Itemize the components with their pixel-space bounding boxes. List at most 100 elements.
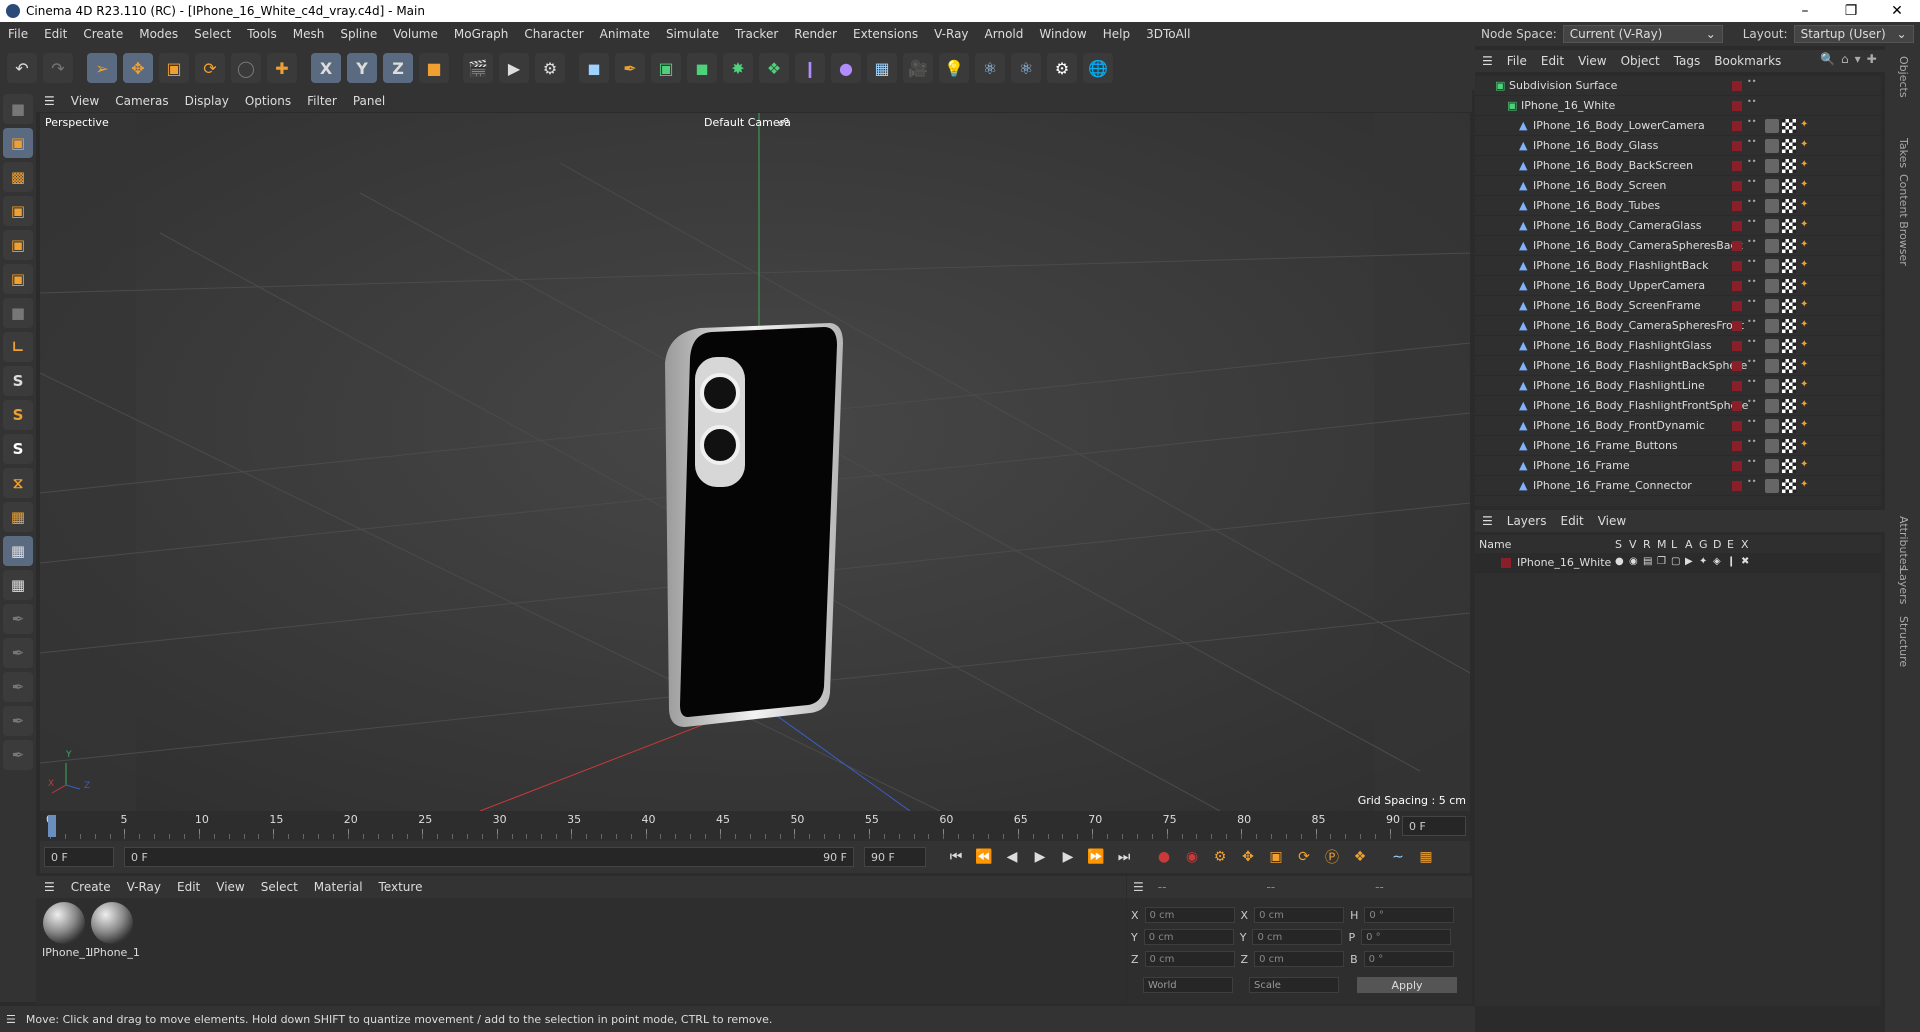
phong-tag-icon[interactable]: ✦: [1800, 419, 1810, 430]
vray-material-tag-icon[interactable]: [1765, 279, 1779, 293]
render-view-icon[interactable]: ▶: [499, 53, 529, 83]
object-row[interactable]: ▲ IPhone_16_Frame •• ✦: [1475, 456, 1881, 476]
viewport-perspective[interactable]: Perspective Default Camera ☍ ✥ ↕ ⟳ □ Gri…: [40, 113, 1470, 811]
objects-menu-file[interactable]: File: [1500, 54, 1534, 68]
layer-flag-column[interactable]: V: [1629, 538, 1637, 551]
solo-icon[interactable]: ●: [1615, 556, 1624, 567]
grid-icon[interactable]: ▦: [3, 536, 33, 566]
rotate-tool-icon[interactable]: ⟳: [195, 53, 225, 83]
rotation-p-field[interactable]: 0 °: [1361, 929, 1452, 945]
vray-material-tag-icon[interactable]: [1765, 439, 1779, 453]
vray-material-tag-icon[interactable]: [1765, 379, 1779, 393]
object-row[interactable]: ▲ IPhone_16_Body_UpperCamera •• ✦: [1475, 276, 1881, 296]
deformer-icon[interactable]: ❙: [795, 53, 825, 83]
recent-tool-icon[interactable]: ◯: [231, 53, 261, 83]
visibility-dots-icon[interactable]: ••: [1747, 258, 1756, 271]
play-icon[interactable]: ▶: [1028, 845, 1052, 869]
object-row[interactable]: ▲ IPhone_16_Body_FlashlightLine •• ✦: [1475, 376, 1881, 396]
side-tab-takes[interactable]: Takes: [1897, 138, 1910, 168]
layer-flag-column[interactable]: L: [1671, 538, 1677, 551]
smooth-brush-icon[interactable]: ✒: [3, 706, 33, 736]
sculpt-brush-icon[interactable]: ✒: [3, 604, 33, 634]
visibility-dots-icon[interactable]: ••: [1747, 338, 1756, 351]
material-menu-view[interactable]: View: [208, 880, 252, 894]
grid-snap-icon[interactable]: ▦: [3, 570, 33, 600]
viewport-menu-options[interactable]: Options: [237, 94, 299, 108]
objects-menu-bookmarks[interactable]: Bookmarks: [1707, 54, 1788, 68]
polygons-mode-icon[interactable]: ▣: [3, 264, 33, 294]
node-space-dropdown[interactable]: Current (V-Ray) ⌄: [1562, 25, 1723, 43]
texture-tag-icon[interactable]: [1782, 439, 1796, 453]
material-menu-select[interactable]: Select: [253, 880, 306, 894]
vray-material-tag-icon[interactable]: [1765, 459, 1779, 473]
object-mode-icon[interactable]: ▣: [3, 128, 33, 158]
position-x-field[interactable]: 0 cm: [1144, 907, 1235, 923]
visibility-dots-icon[interactable]: ••: [1747, 98, 1756, 111]
key-rotation-icon[interactable]: ⟳: [1292, 845, 1316, 869]
close-icon[interactable]: ✕: [1874, 3, 1920, 19]
prev-key-icon[interactable]: ⏪: [972, 845, 996, 869]
expression-icon[interactable]: ❙: [1727, 556, 1735, 567]
magnet-icon[interactable]: ⧖: [3, 468, 33, 498]
menu-file[interactable]: File: [0, 27, 36, 41]
floor-icon[interactable]: ▦: [867, 53, 897, 83]
knife-icon[interactable]: ✒: [3, 740, 33, 770]
object-row[interactable]: ▲ IPhone_16_Body_Tubes •• ✦: [1475, 196, 1881, 216]
layer-color-swatch[interactable]: [1732, 281, 1742, 291]
phong-tag-icon[interactable]: ✦: [1800, 159, 1810, 170]
apply-button[interactable]: Apply: [1357, 977, 1457, 993]
visibility-dots-icon[interactable]: ••: [1747, 358, 1756, 371]
menu-character[interactable]: Character: [516, 27, 591, 41]
material-thumb[interactable]: IPhone_1: [90, 902, 140, 959]
phong-tag-icon[interactable]: ✦: [1800, 119, 1810, 130]
workplane-icon[interactable]: ▦: [3, 502, 33, 532]
key-pla-icon[interactable]: ❖: [1348, 845, 1372, 869]
menu-create[interactable]: Create: [75, 27, 131, 41]
add-view-icon[interactable]: ✚: [1867, 52, 1877, 66]
object-row[interactable]: ▲ IPhone_16_Body_FrontDynamic •• ✦: [1475, 416, 1881, 436]
side-tab-attributes[interactable]: Attributes: [1897, 516, 1910, 570]
size-z-field[interactable]: 0 cm: [1254, 951, 1345, 967]
goto-end-icon[interactable]: ⏭: [1112, 845, 1136, 869]
texture-tag-icon[interactable]: [1782, 159, 1796, 173]
objects-menu-object[interactable]: Object: [1614, 54, 1667, 68]
visibility-dots-icon[interactable]: ••: [1747, 418, 1756, 431]
menu-3dtoall[interactable]: 3DToAll: [1138, 27, 1198, 41]
object-row[interactable]: ▲ IPhone_16_Body_FlashlightGlass •• ✦: [1475, 336, 1881, 356]
phong-tag-icon[interactable]: ✦: [1800, 459, 1810, 470]
layer-color-swatch[interactable]: [1732, 221, 1742, 231]
layer-color-swatch[interactable]: [1732, 141, 1742, 151]
layer-flag-column[interactable]: A: [1685, 538, 1693, 551]
phong-tag-icon[interactable]: ✦: [1800, 259, 1810, 270]
texture-tag-icon[interactable]: [1782, 179, 1796, 193]
layer-color-swatch[interactable]: [1732, 481, 1742, 491]
menu-window[interactable]: Window: [1031, 27, 1094, 41]
phong-tag-icon[interactable]: ✦: [1800, 279, 1810, 290]
phong-tag-icon[interactable]: ✦: [1800, 359, 1810, 370]
visibility-dots-icon[interactable]: ••: [1747, 378, 1756, 391]
snap-s-orange-icon[interactable]: S: [3, 400, 33, 430]
next-key-icon[interactable]: ⏩: [1084, 845, 1108, 869]
redo-icon[interactable]: ↷: [43, 53, 73, 83]
layer-color-swatch[interactable]: [1732, 401, 1742, 411]
layer-color-swatch[interactable]: [1732, 101, 1742, 111]
phong-tag-icon[interactable]: ✦: [1800, 399, 1810, 410]
coordinate-system-icon[interactable]: ■: [419, 53, 449, 83]
phong-tag-icon[interactable]: ✦: [1800, 319, 1810, 330]
layer-flag-column[interactable]: D: [1713, 538, 1721, 551]
minimize-icon[interactable]: –: [1782, 3, 1828, 19]
texture-tag-icon[interactable]: [1782, 279, 1796, 293]
viewport-menu-cameras[interactable]: Cameras: [107, 94, 176, 108]
vray-material-tag-icon[interactable]: [1765, 219, 1779, 233]
vray-material-tag-icon[interactable]: [1765, 479, 1779, 493]
key-position-icon[interactable]: ✥: [1236, 845, 1260, 869]
record-keys-icon[interactable]: ●: [1152, 845, 1176, 869]
visibility-dots-icon[interactable]: ••: [1747, 78, 1756, 91]
vray-material-tag-icon[interactable]: [1765, 119, 1779, 133]
object-row[interactable]: ▲ IPhone_16_Body_CameraGlass •• ✦: [1475, 216, 1881, 236]
object-row[interactable]: ▲ IPhone_16_Body_Glass •• ✦: [1475, 136, 1881, 156]
motion-track-icon[interactable]: ∼: [1386, 845, 1410, 869]
lock-icon[interactable]: ▢: [1671, 556, 1680, 567]
filter-icon[interactable]: ▾: [1855, 52, 1861, 66]
texture-tag-icon[interactable]: [1782, 199, 1796, 213]
